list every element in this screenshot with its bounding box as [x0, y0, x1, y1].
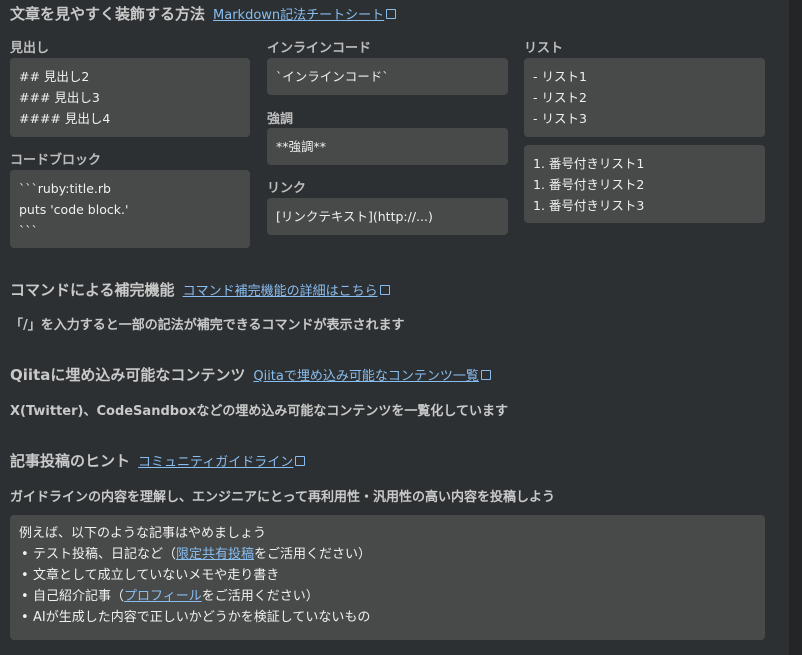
inline-code-label: インラインコード	[267, 41, 372, 56]
community-guideline-link[interactable]: コミュニティガイドライン	[138, 455, 293, 470]
section-title-hints: 記事投稿のヒント コミュニティガイドライン	[10, 450, 306, 471]
link-example: [リンクテキスト](http://...)	[267, 198, 508, 235]
external-link-icon	[480, 370, 491, 380]
emphasis-label: 強調	[267, 112, 294, 127]
external-link-icon	[386, 9, 397, 19]
external-link-icon	[295, 456, 306, 466]
line: - リスト3	[533, 111, 587, 126]
list-item: AIが生成した内容で正しいかどうかを検証していないもの	[19, 607, 756, 628]
list-item: 文章として成立していないメモや走り書き	[19, 565, 756, 586]
line: puts 'code block.'	[19, 202, 129, 217]
section-title-decoration: 文章を見やすく装飾する方法 Markdown記法チートシート	[10, 3, 397, 24]
line: 1. 番号付きリスト2	[533, 177, 645, 192]
external-link-icon	[379, 285, 390, 295]
line: 1. 番号付きリスト3	[533, 198, 645, 213]
section-title-embeds: Qiitaに埋め込み可能なコンテンツ Qiitaで埋め込み可能なコンテンツ一覧	[10, 364, 491, 385]
line: ### 見出し3	[19, 90, 100, 105]
hint-box-title: 例えば、以下のような記事はやめましょう	[19, 526, 267, 541]
heading-example: ## 見出し2 ### 見出し3 #### 見出し4	[10, 58, 250, 137]
embed-list-link[interactable]: Qiitaで埋め込み可能なコンテンツ一覧	[253, 369, 479, 384]
profile-link[interactable]: プロフィール	[124, 589, 202, 604]
command-details-link[interactable]: コマンド補完機能の詳細はこちら	[183, 284, 378, 299]
limited-share-link[interactable]: 限定共有投稿	[176, 547, 254, 562]
ordered-list-example: 1. 番号付きリスト1 1. 番号付きリスト2 1. 番号付きリスト3	[524, 145, 765, 223]
list-label: リスト	[524, 41, 564, 56]
hints-description: ガイドラインの内容を理解し、エンジニアにとって再利用性・汎用性の高い内容を投稿し…	[10, 490, 555, 505]
heading-label: 見出し	[10, 41, 50, 56]
line: #### 見出し4	[19, 111, 111, 126]
codeblock-example: ```ruby:title.rb puts 'code block.' ```	[10, 170, 250, 248]
commands-description: 「/」を入力すると一部の記法が補完できるコマンドが表示されます	[10, 318, 405, 333]
line: ```ruby:title.rb	[19, 181, 111, 196]
line: - リスト1	[533, 69, 587, 84]
link-label: リンク	[267, 181, 307, 196]
markdown-cheatsheet-link[interactable]: Markdown記法チートシート	[213, 8, 384, 23]
line: - リスト2	[533, 90, 587, 105]
scrollbar-track[interactable]	[789, 0, 802, 655]
hint-box: 例えば、以下のような記事はやめましょう テスト投稿、日記など（限定共有投稿をご活…	[10, 515, 765, 640]
embeds-description: X(Twitter)、CodeSandboxなどの埋め込み可能なコンテンツを一覧…	[10, 404, 508, 419]
emphasis-example: **強調**	[267, 128, 508, 165]
inline-code-example: `インラインコード`	[267, 58, 508, 95]
line: ```	[19, 223, 38, 238]
codeblock-label: コードブロック	[10, 153, 102, 168]
line: ## 見出し2	[19, 69, 90, 84]
line: 1. 番号付きリスト1	[533, 156, 645, 171]
list-example: - リスト1 - リスト2 - リスト3	[524, 58, 765, 137]
list-item: テスト投稿、日記など（限定共有投稿をご活用ください）	[19, 544, 756, 565]
section-title-commands: コマンドによる補完機能 コマンド補完機能の詳細はこちら	[10, 279, 390, 300]
list-item: 自己紹介記事（プロフィールをご活用ください）	[19, 586, 756, 607]
